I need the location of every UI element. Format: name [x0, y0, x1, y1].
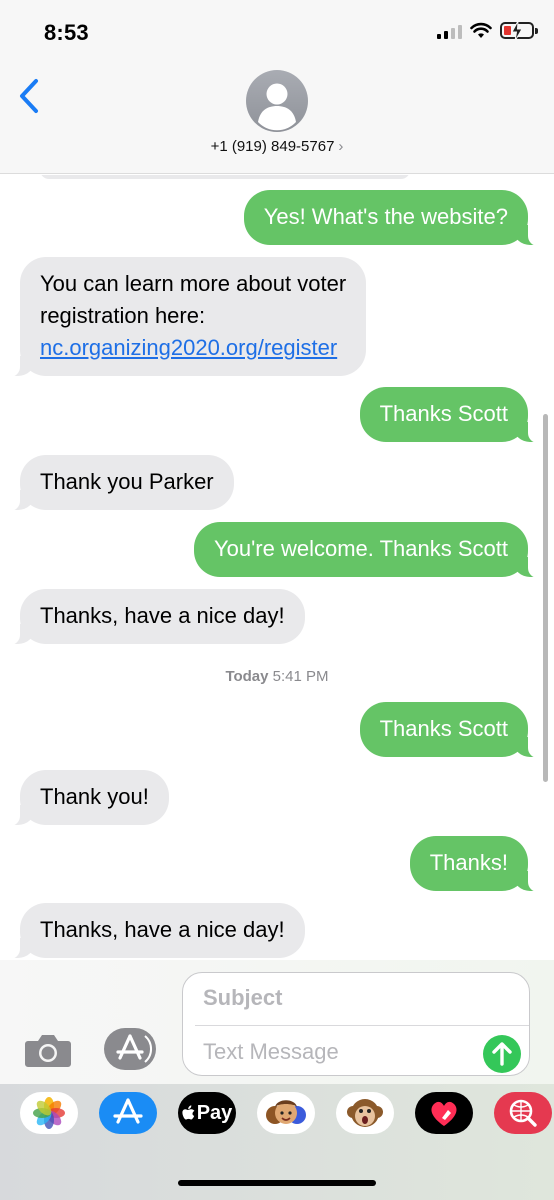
- outgoing-message[interactable]: Thanks Scott: [359, 702, 541, 758]
- message-text: Thanks!: [429, 850, 508, 875]
- app-store-button[interactable]: [104, 1028, 156, 1070]
- incoming-message[interactable]: You can learn more about voter registrat…: [7, 257, 367, 377]
- memoji-icon[interactable]: [257, 1092, 315, 1134]
- message-input[interactable]: Subject Text Message: [182, 972, 530, 1076]
- field-divider: [195, 1025, 529, 1026]
- scrollbar[interactable]: [543, 414, 548, 782]
- message-text: registration here:: [40, 303, 206, 328]
- registration-link[interactable]: nc.organizing2020.org/register: [40, 332, 346, 364]
- outgoing-message[interactable]: Thanks!: [409, 836, 541, 892]
- back-chevron-icon[interactable]: [16, 76, 42, 116]
- status-icons: [437, 21, 538, 41]
- outgoing-message[interactable]: Thanks Scott: [359, 387, 541, 443]
- digital-touch-icon[interactable]: [415, 1092, 473, 1134]
- incoming-message[interactable]: Thank you!: [8, 770, 169, 826]
- outgoing-message[interactable]: Yes! What's the website?: [243, 190, 541, 246]
- conversation-header: 8:53 +1 (919) 849-5767 ›: [0, 0, 554, 174]
- timestamp-time: 5:41 PM: [272, 668, 329, 685]
- text-message-field[interactable]: Text Message: [203, 1039, 339, 1065]
- web-images-icon[interactable]: [494, 1092, 552, 1134]
- animoji-icon[interactable]: [336, 1092, 394, 1134]
- arrow-up-icon: [492, 1042, 512, 1066]
- photos-icon[interactable]: [20, 1092, 78, 1134]
- message-text: Thank you Parker: [40, 469, 214, 494]
- message-text: You can learn more about voter: [40, 271, 347, 296]
- message-text: Yes! What's the website?: [263, 204, 508, 229]
- incoming-message[interactable]: Thanks, have a nice day!: [8, 589, 305, 645]
- message-text: Thanks Scott: [379, 716, 508, 741]
- cellular-signal-icon: [437, 23, 462, 39]
- message-text: Thanks, have a nice day!: [40, 917, 285, 942]
- camera-icon[interactable]: [24, 1032, 72, 1068]
- incoming-message[interactable]: Thank you Parker: [8, 455, 234, 511]
- apple-pay-label: Pay: [178, 1092, 236, 1134]
- timestamp-day: Today: [225, 668, 269, 685]
- message-text: Thank you!: [40, 784, 149, 809]
- partial-incoming-bubble: [40, 175, 410, 179]
- message-text: Thanks Scott: [379, 401, 508, 426]
- timestamp: Today 5:41 PM: [0, 668, 554, 685]
- app-store-icon[interactable]: [99, 1092, 157, 1134]
- subject-field[interactable]: Subject: [203, 985, 282, 1011]
- outgoing-message[interactable]: You're welcome. Thanks Scott: [193, 522, 541, 578]
- incoming-message[interactable]: Thanks, have a nice day!: [8, 903, 305, 959]
- apple-pay-icon[interactable]: Pay: [178, 1092, 236, 1134]
- message-thread[interactable]: Yes! What's the website? You can learn m…: [0, 175, 554, 960]
- chevron-right-icon: ›: [338, 138, 344, 155]
- message-text: You're welcome. Thanks Scott: [213, 536, 508, 561]
- wifi-icon: [470, 22, 492, 38]
- home-indicator[interactable]: [178, 1180, 376, 1186]
- compose-bar: Subject Text Message: [0, 960, 554, 1084]
- contact-avatar[interactable]: [246, 70, 308, 132]
- send-button[interactable]: [483, 1035, 521, 1073]
- message-text: Thanks, have a nice day!: [40, 603, 285, 628]
- battery-icon: [500, 21, 538, 41]
- contact-name[interactable]: +1 (919) 849-5767 ›: [0, 138, 554, 155]
- app-store-a-icon: [116, 1034, 152, 1063]
- status-time: 8:53: [44, 20, 89, 45]
- contact-number: +1 (919) 849-5767: [210, 138, 335, 155]
